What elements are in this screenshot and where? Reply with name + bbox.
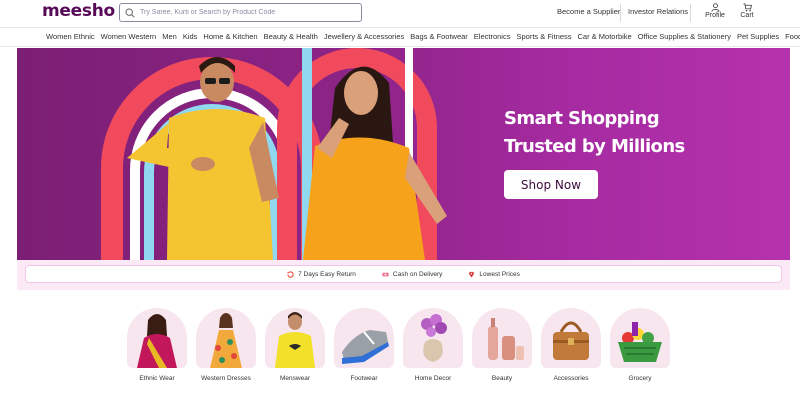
header-divider bbox=[690, 4, 691, 22]
benefits-bar: 7 Days Easy Return Cash on Delivery Lowe… bbox=[25, 265, 782, 283]
meesho-logo[interactable]: meesho bbox=[42, 1, 115, 21]
nav-item-electronics[interactable]: Electronics bbox=[474, 28, 511, 46]
category-label: Menswear bbox=[280, 375, 310, 382]
cart-icon bbox=[742, 3, 752, 12]
category-label: Accessories bbox=[553, 375, 589, 382]
category-label: Ethnic Wear bbox=[139, 375, 175, 382]
benefits-section: 7 Days Easy Return Cash on Delivery Lowe… bbox=[17, 260, 790, 290]
nav-item-car-motorbike[interactable]: Car & Motorbike bbox=[578, 28, 632, 46]
category-accessories[interactable]: Accessories bbox=[540, 308, 602, 382]
price-tag-icon bbox=[469, 271, 475, 278]
investor-relations-link[interactable]: Investor Relations bbox=[628, 7, 688, 16]
cart-button[interactable]: Cart bbox=[733, 3, 761, 23]
beauty-image bbox=[472, 308, 532, 368]
search-input[interactable] bbox=[140, 9, 355, 16]
category-footwear[interactable]: Footwear bbox=[333, 308, 395, 382]
nav-item-food-drinks[interactable]: Food & Drinki bbox=[785, 28, 800, 46]
hero-title-line2: Trusted by Millions bbox=[504, 136, 685, 157]
benefit-label: Lowest Prices bbox=[479, 270, 520, 278]
header-divider bbox=[620, 4, 621, 22]
western-dress-image bbox=[196, 308, 256, 368]
nav-item-women-western[interactable]: Women Western bbox=[101, 28, 157, 46]
hero-title: Smart Shopping Trusted by Millions bbox=[504, 105, 685, 161]
nav-item-bags-footwear[interactable]: Bags & Footwear bbox=[410, 28, 468, 46]
category-home-decor[interactable]: Home Decor bbox=[402, 308, 464, 382]
hero-banner[interactable]: Smart Shopping Trusted by Millions Shop … bbox=[17, 48, 790, 260]
category-western-dresses[interactable]: Western Dresses bbox=[195, 308, 257, 382]
category-nav: Women Ethnic Women Western Men Kids Home… bbox=[0, 27, 800, 47]
category-label: Western Dresses bbox=[201, 375, 251, 382]
nav-item-beauty-health[interactable]: Beauty & Health bbox=[264, 28, 318, 46]
nav-item-sports-fitness[interactable]: Sports & Fitness bbox=[516, 28, 571, 46]
category-label: Beauty bbox=[491, 375, 513, 382]
cart-label: Cart bbox=[740, 12, 754, 19]
nav-item-jewellery-accessories[interactable]: Jewellery & Accessories bbox=[324, 28, 404, 46]
nav-item-office-supplies[interactable]: Office Supplies & Stationery bbox=[638, 28, 731, 46]
grocery-image bbox=[610, 308, 670, 368]
nav-item-men[interactable]: Men bbox=[162, 28, 177, 46]
category-label: Home Decor bbox=[414, 375, 452, 382]
hero-title-line1: Smart Shopping bbox=[504, 108, 660, 129]
shop-categories: Ethnic Wear Western Dresses Menswear Foo… bbox=[126, 308, 686, 388]
category-label: Footwear bbox=[350, 375, 378, 382]
category-ethnic-wear[interactable]: Ethnic Wear bbox=[126, 308, 188, 382]
nav-item-home-kitchen[interactable]: Home & Kitchen bbox=[203, 28, 257, 46]
become-supplier-link[interactable]: Become a Supplier bbox=[557, 7, 620, 16]
benefit-lowest-prices: Lowest Prices bbox=[468, 270, 520, 278]
nav-item-kids[interactable]: Kids bbox=[183, 28, 198, 46]
footwear-image bbox=[334, 308, 394, 368]
top-header: meesho Become a Supplier Investor Relati… bbox=[0, 0, 800, 27]
category-grocery[interactable]: Grocery bbox=[609, 308, 671, 382]
benefit-easy-return: 7 Days Easy Return bbox=[287, 271, 356, 278]
profile-button[interactable]: Profile bbox=[701, 3, 729, 23]
nav-item-women-ethnic[interactable]: Women Ethnic bbox=[46, 28, 95, 46]
shop-now-button[interactable]: Shop Now bbox=[504, 170, 598, 199]
category-beauty[interactable]: Beauty bbox=[471, 308, 533, 382]
menswear-image bbox=[265, 308, 325, 368]
benefit-cash-on-delivery: Cash on Delivery bbox=[382, 270, 443, 278]
return-icon bbox=[287, 270, 294, 278]
category-menswear[interactable]: Menswear bbox=[264, 308, 326, 382]
home-decor-image bbox=[403, 308, 463, 368]
ethnic-wear-image bbox=[127, 308, 187, 368]
profile-label: Profile bbox=[705, 12, 725, 19]
cash-icon bbox=[382, 272, 389, 276]
profile-icon bbox=[710, 3, 720, 12]
search-bar[interactable] bbox=[119, 3, 362, 22]
nav-item-pet-supplies[interactable]: Pet Supplies bbox=[737, 28, 779, 46]
search-icon bbox=[125, 7, 135, 18]
category-label: Grocery bbox=[628, 375, 652, 382]
benefit-label: Cash on Delivery bbox=[392, 270, 443, 278]
benefit-label: 7 Days Easy Return bbox=[298, 270, 356, 278]
accessories-image bbox=[541, 308, 601, 368]
